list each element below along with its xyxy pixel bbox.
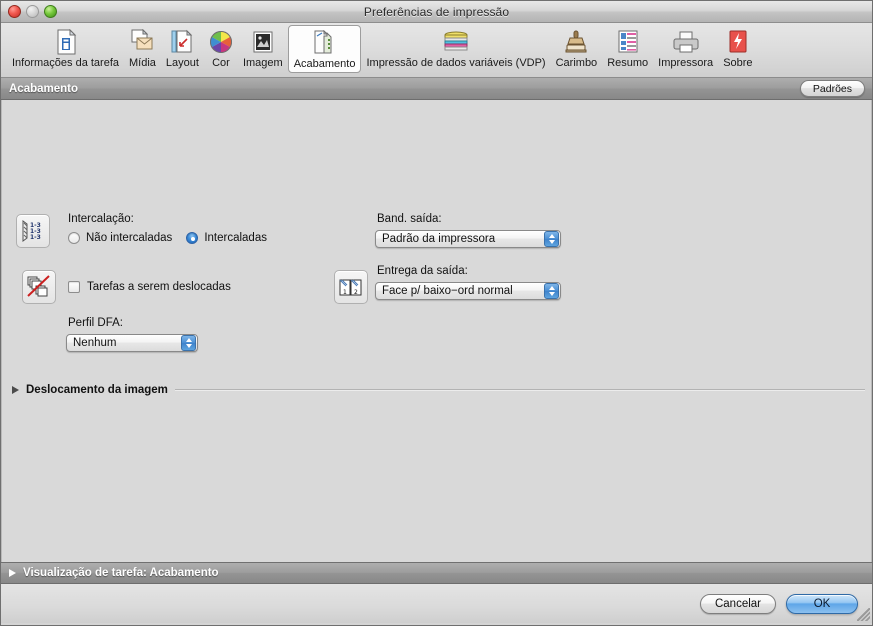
- window-titlebar: Preferências de impressão: [1, 1, 872, 23]
- checkbox-tarefas-deslocadas[interactable]: [68, 281, 80, 293]
- window-title: Preferências de impressão: [363, 4, 510, 19]
- radio-intercaladas[interactable]: [186, 232, 199, 244]
- toolbar-item-label: Resumo: [607, 57, 649, 69]
- toolbar-item-stamp[interactable]: Carimbo: [551, 25, 603, 71]
- toolbar-item-finishing[interactable]: Acabamento: [287, 25, 362, 73]
- traffic-lights: [8, 5, 57, 18]
- toolbar-item-label: Cor: [212, 57, 230, 69]
- output-tray-select[interactable]: Padrão da impressora: [375, 230, 561, 248]
- collation-radio-group: Não intercaladas Intercaladas: [68, 232, 267, 244]
- toolbar-item-about[interactable]: Sobre: [718, 25, 757, 71]
- ok-button[interactable]: OK: [786, 593, 858, 614]
- color-wheel-icon: [209, 28, 233, 56]
- collation-icon: 1-3 1-3 1-3: [16, 214, 50, 248]
- finishing-icon: [313, 29, 337, 57]
- dfa-profile-value: Nenhum: [73, 337, 117, 349]
- stamp-icon: [565, 28, 587, 56]
- close-button[interactable]: [8, 5, 21, 18]
- section-title: Acabamento: [9, 82, 79, 95]
- dfa-profile-label: Perfil DFA:: [68, 317, 123, 329]
- dialog-footer: Cancelar OK: [1, 584, 872, 623]
- printer-icon: [673, 28, 699, 56]
- zoom-button[interactable]: [44, 5, 57, 18]
- media-icon: [130, 28, 154, 56]
- radio-nao-intercaladas[interactable]: [68, 232, 80, 244]
- job-preview-label: Visualização de tarefa: Acabamento: [23, 567, 219, 579]
- checkbox-label-tarefas-deslocadas: Tarefas a serem deslocadas: [87, 281, 231, 293]
- section-divider: [174, 389, 865, 391]
- resize-grip[interactable]: [857, 608, 870, 621]
- defaults-button[interactable]: Padrões: [799, 80, 865, 97]
- toolbar-item-color[interactable]: Cor: [204, 25, 238, 71]
- toolbar-item-label: Informações da tarefa: [12, 57, 120, 69]
- image-shift-disclosure[interactable]: Deslocamento da imagem: [12, 384, 865, 396]
- vdp-icon: [441, 28, 471, 56]
- svg-text:1-3: 1-3: [30, 234, 41, 241]
- finishing-pane: 1-3 1-3 1-3 Intercalação: Não intercalad…: [1, 100, 872, 562]
- image-icon: [252, 28, 274, 56]
- toolbar-item-label: Layout: [165, 57, 199, 69]
- toolbar-item-image[interactable]: Imagem: [238, 25, 288, 71]
- chevron-right-icon[interactable]: [9, 569, 16, 577]
- image-shift-label: Deslocamento da imagem: [26, 384, 168, 396]
- job-info-icon: [55, 28, 77, 56]
- toolbar-item-media[interactable]: Mídia: [124, 25, 161, 71]
- collation-label: Intercalação:: [68, 213, 134, 225]
- stepper-arrows-icon[interactable]: [181, 335, 196, 351]
- main-toolbar: Informações da tarefa Mídia Layout Cor I…: [1, 23, 872, 78]
- layout-icon: [171, 28, 193, 56]
- output-tray-value: Padrão da impressora: [382, 233, 496, 245]
- summary-icon: [617, 28, 639, 56]
- toolbar-item-label: Mídia: [129, 57, 156, 69]
- chevron-right-icon[interactable]: [12, 386, 19, 394]
- minimize-button[interactable]: [26, 5, 39, 18]
- toolbar-item-label: Carimbo: [555, 57, 598, 69]
- toolbar-item-label: Acabamento: [293, 58, 356, 70]
- output-delivery-label: Entrega da saída:: [377, 265, 468, 277]
- radio-label-nao-intercaladas: Não intercaladas: [86, 232, 173, 244]
- output-delivery-value: Face p/ baixo−ord normal: [382, 285, 513, 297]
- section-header-bar: Acabamento Padrões: [1, 78, 872, 100]
- toolbar-item-label: Impressão de dados variáveis (VDP): [366, 57, 546, 69]
- job-preview-bar[interactable]: Visualização de tarefa: Acabamento: [1, 562, 872, 584]
- toolbar-item-job-info[interactable]: Informações da tarefa: [7, 25, 124, 71]
- stepper-arrows-icon[interactable]: [544, 283, 559, 299]
- offset-jobs-row[interactable]: Tarefas a serem deslocadas: [68, 281, 231, 293]
- output-tray-label: Band. saída:: [377, 213, 442, 225]
- toolbar-item-summary[interactable]: Resumo: [602, 25, 653, 71]
- output-delivery-icon: 1 2: [334, 270, 368, 304]
- toolbar-item-label: Impressora: [658, 57, 714, 69]
- toolbar-item-label: Sobre: [723, 57, 753, 69]
- svg-text:2: 2: [354, 289, 358, 296]
- print-preferences-window: Preferências de impressão Informações da…: [0, 0, 873, 626]
- output-delivery-select[interactable]: Face p/ baixo−ord normal: [375, 282, 561, 300]
- about-icon: [727, 28, 749, 56]
- stepper-arrows-icon[interactable]: [544, 231, 559, 247]
- toolbar-item-layout[interactable]: Layout: [161, 25, 204, 71]
- dfa-profile-select[interactable]: Nenhum: [66, 334, 198, 352]
- radio-label-intercaladas: Intercaladas: [204, 232, 267, 244]
- toolbar-item-printer[interactable]: Impressora: [653, 25, 718, 71]
- offset-jobs-disabled-icon: [22, 270, 56, 304]
- cancel-button[interactable]: Cancelar: [699, 593, 776, 614]
- toolbar-item-vdp[interactable]: Impressão de dados variáveis (VDP): [361, 25, 550, 71]
- svg-text:1: 1: [343, 289, 347, 296]
- toolbar-item-label: Imagem: [242, 57, 283, 69]
